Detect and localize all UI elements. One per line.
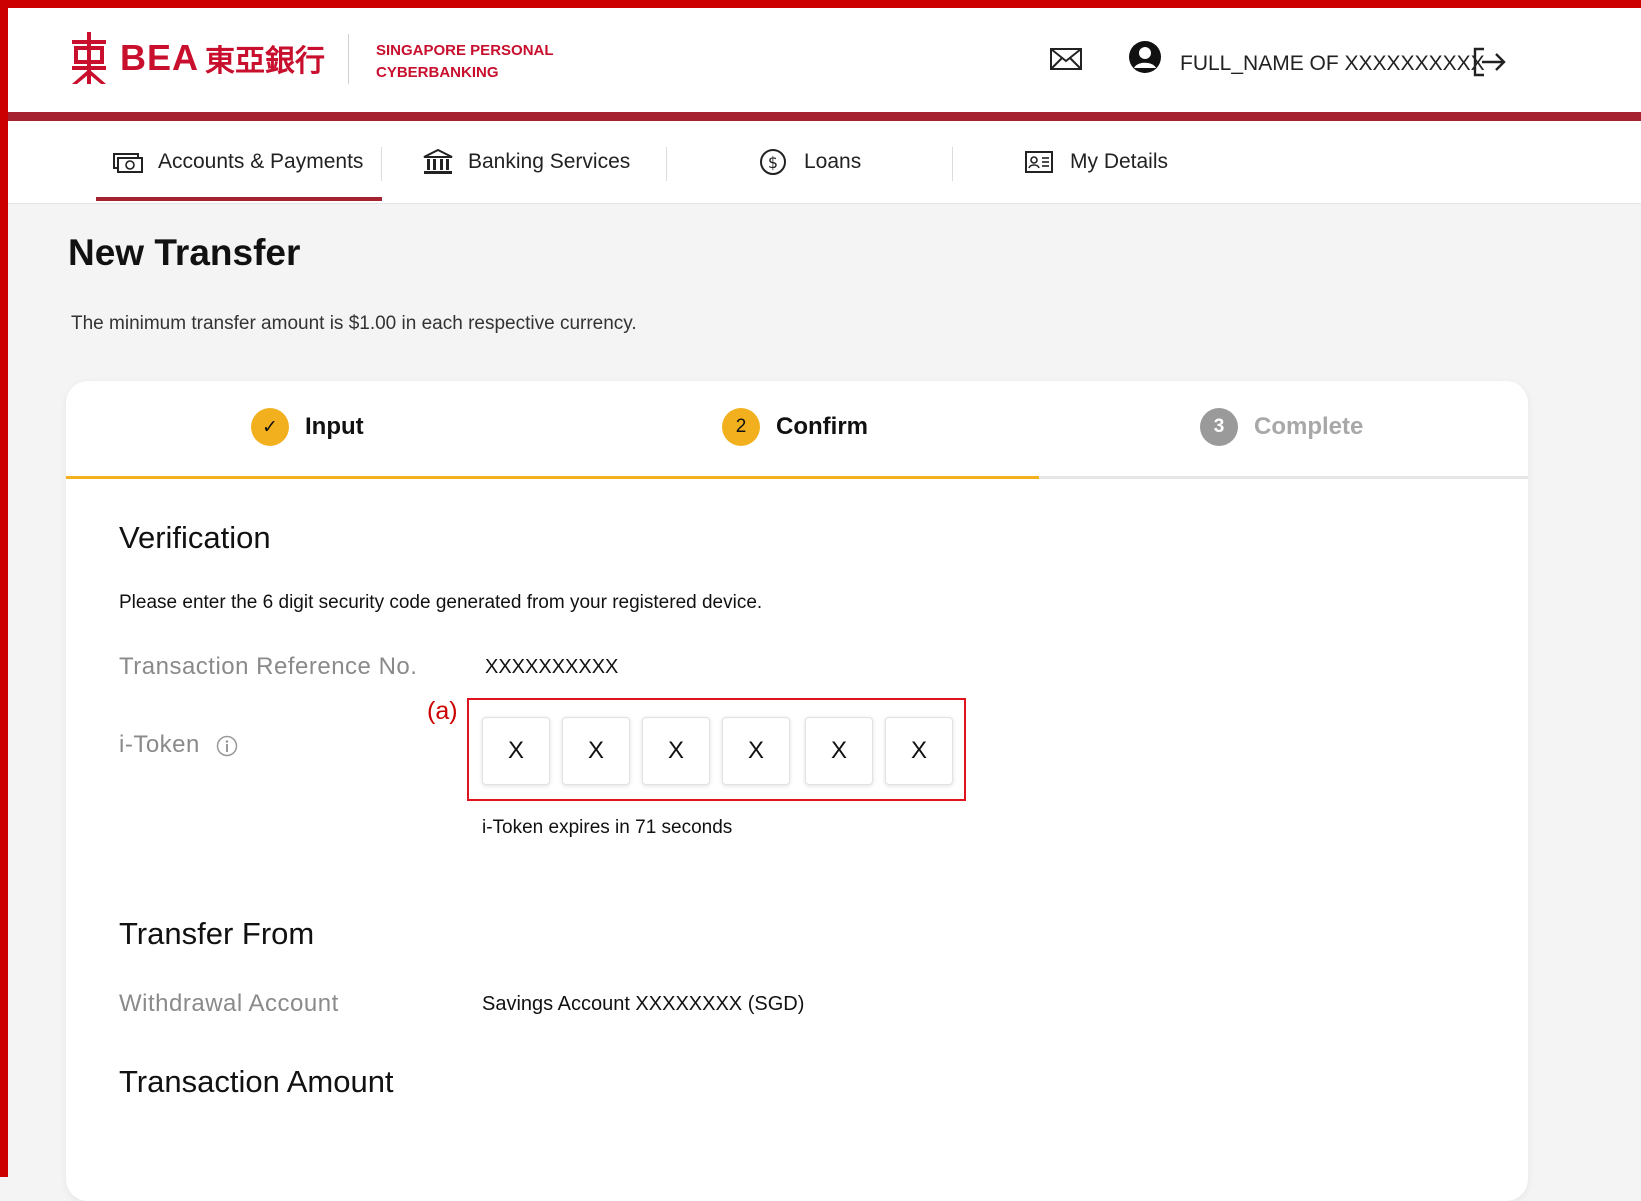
nav-banking-services[interactable]: Banking Services: [422, 121, 630, 203]
transfer-from-title: Transfer From: [119, 916, 315, 951]
site-subtitle-line1: SINGAPORE PERSONAL: [376, 42, 554, 59]
header-accent-bar: [8, 112, 1641, 121]
reference-label: Transaction Reference No.: [119, 653, 418, 680]
top-header: BEA 東亞銀行 SINGAPORE PERSONAL CYBERBANKING…: [8, 8, 1641, 112]
itoken-digit-input[interactable]: X: [805, 717, 873, 785]
logout-icon[interactable]: [1472, 46, 1508, 78]
step-input[interactable]: ✓ Input: [251, 408, 364, 446]
annotation-label: (a): [427, 697, 458, 725]
itoken-digit-input[interactable]: X: [722, 717, 790, 785]
nav-label: Banking Services: [468, 150, 631, 173]
nav-loans[interactable]: $ Loans: [758, 121, 861, 203]
withdrawal-account-label: Withdrawal Account: [119, 990, 339, 1017]
nav-accounts-payments[interactable]: Accounts & Payments: [112, 121, 363, 203]
itoken-digit-input[interactable]: X: [885, 717, 953, 785]
step-complete: 3 Complete: [1200, 408, 1363, 446]
reference-value: XXXXXXXXXX: [485, 656, 619, 678]
site-subtitle-line2: CYBERBANKING: [376, 64, 499, 81]
nav-divider: [381, 147, 382, 181]
main-nav: Accounts & Payments Banking Services $ L…: [8, 121, 1641, 204]
nav-label: My Details: [1070, 150, 1169, 173]
mail-icon[interactable]: [1048, 44, 1084, 74]
info-icon[interactable]: [216, 735, 238, 757]
site-subtitle: SINGAPORE PERSONAL CYBERBANKING: [376, 40, 554, 84]
page-title: New Transfer: [68, 232, 301, 273]
transaction-amount-title: Transaction Amount: [119, 1064, 394, 1099]
stepper-progress: [66, 476, 1039, 479]
itoken-label-row: i-Token: [119, 731, 238, 759]
brand-name-cjk: 東亞銀行: [205, 44, 326, 79]
nav-divider: [666, 147, 667, 181]
nav-divider: [952, 147, 953, 181]
bea-logo-icon: [72, 32, 106, 84]
user-name[interactable]: FULL_NAME OF XXXXXXXXXX: [1180, 52, 1485, 76]
brand-name: BEA: [120, 37, 200, 78]
svg-text:$: $: [768, 153, 778, 172]
itoken-digit-input[interactable]: X: [482, 717, 550, 785]
user-avatar-icon[interactable]: [1128, 40, 1162, 74]
bank-icon: [423, 148, 453, 174]
itoken-digit-input[interactable]: X: [642, 717, 710, 785]
nav-active-indicator: [96, 197, 382, 201]
nav-label: Accounts & Payments: [158, 150, 364, 173]
verification-instruction: Please enter the 6 digit security code g…: [119, 592, 763, 613]
step-number: 3: [1200, 408, 1238, 446]
itoken-label: i-Token: [119, 731, 200, 758]
itoken-expiry-text: i-Token expires in 71 seconds: [482, 817, 733, 838]
step-label: Complete: [1254, 413, 1364, 440]
nav-my-details[interactable]: My Details: [1024, 121, 1168, 203]
frame-left-border: [0, 0, 8, 1177]
id-card-icon: [1025, 151, 1053, 173]
page-note: The minimum transfer amount is $1.00 in …: [71, 313, 637, 334]
logo-divider: [348, 34, 349, 84]
verification-title: Verification: [119, 520, 271, 555]
step-confirm: 2 Confirm: [722, 408, 868, 446]
cash-icon: [113, 153, 143, 173]
nav-label: Loans: [804, 150, 862, 173]
step-label: Input: [305, 413, 364, 440]
bea-logo[interactable]: BEA 東亞銀行: [68, 32, 325, 84]
dollar-circle-icon: $: [760, 149, 786, 175]
withdrawal-account-value: Savings Account XXXXXXXX (SGD): [482, 993, 805, 1015]
step-number: 2: [722, 408, 760, 446]
step-check-icon: ✓: [251, 408, 289, 446]
step-label: Confirm: [776, 413, 868, 440]
itoken-digit-input[interactable]: X: [562, 717, 630, 785]
frame-top-border: [0, 0, 1641, 8]
